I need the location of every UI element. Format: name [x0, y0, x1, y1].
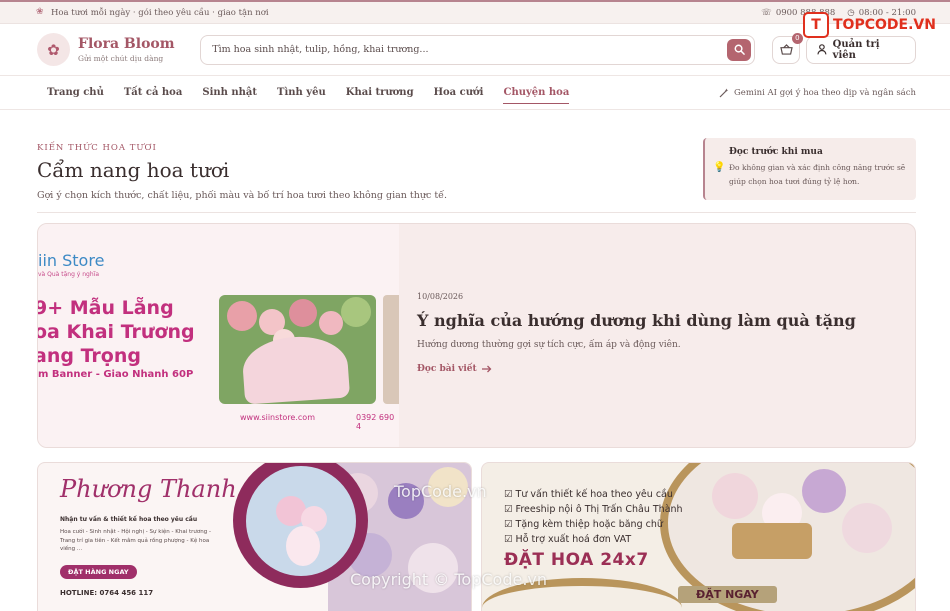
- search-button[interactable]: [727, 38, 752, 61]
- banner-brand-sub: và Quà tặng ý nghĩa: [38, 271, 100, 278]
- card-intro: Nhận tư vấn & thiết kế hoa theo yêu cầu: [60, 516, 198, 523]
- article-title[interactable]: Ý nghĩa của hướng dương khi dùng làm quà…: [417, 311, 887, 330]
- banner-headline-line: ang Trọng: [38, 345, 141, 367]
- brand-name: Flora Bloom: [78, 36, 175, 52]
- nav-item-birthday[interactable]: Sinh nhật: [202, 81, 257, 104]
- lightbulb-icon: 💡: [713, 162, 726, 173]
- page-subtitle: Gợi ý chọn kích thước, chất liệu, phối m…: [37, 190, 447, 201]
- article-description: Hướng dương thường gợi sự tích cực, ấm á…: [417, 340, 681, 350]
- magic-wand-icon: [719, 88, 729, 97]
- phone-icon: ☏: [761, 7, 772, 18]
- admin-button[interactable]: Quản trị viên: [805, 35, 916, 64]
- read-article-label: Đọc bài viết: [417, 364, 477, 374]
- read-article-link[interactable]: Đọc bài viết: [417, 364, 492, 374]
- banner-website: www.siinstore.com: [240, 413, 315, 422]
- main-nav: Trang chủ Tất cả hoa Sinh nhật Tình yêu …: [0, 76, 950, 110]
- banner-headline: 9+ Mẫu Lẵng oa Khai Trương ang Trọng: [38, 296, 195, 368]
- nav-item-flower-stories[interactable]: Chuyện hoa: [503, 81, 569, 104]
- bouquet-photo: [246, 466, 356, 576]
- nav-item-all-flowers[interactable]: Tất cả hoa: [124, 81, 183, 104]
- guide-header: KIẾN THỨC HOA TƯƠI Cẩm nang hoa tươi Gợi…: [37, 143, 657, 201]
- user-icon: [817, 44, 827, 55]
- ai-suggestion-link[interactable]: Gemini AI gợi ý hoa theo dịp và ngân sác…: [719, 88, 916, 98]
- tip-card: 💡 Đọc trước khi mua Đo không gian và xác…: [703, 138, 916, 200]
- nav-item-home[interactable]: Trang chủ: [47, 81, 104, 104]
- feature-item: ☑ Tư vấn thiết kế hoa theo yêu cầu: [504, 489, 673, 500]
- banner-headline-line: oa Khai Trương: [38, 321, 195, 343]
- nav-item-love[interactable]: Tình yêu: [277, 81, 326, 104]
- topcode-logo: T TOPCODE.VN: [803, 12, 936, 38]
- order-now-badge: ĐẶT NGAY: [678, 586, 777, 603]
- topcode-logo-mark: T: [803, 12, 829, 38]
- card-headline: ĐẶT HOA 24x7: [504, 550, 649, 570]
- featured-article-card[interactable]: iin Store và Quà tặng ý nghĩa 9+ Mẫu Lẵn…: [37, 223, 916, 448]
- cart-count-badge: 0: [791, 32, 803, 44]
- card-script-title: Phương Thanh: [60, 475, 237, 503]
- order-now-badge: ĐẶT HÀNG NGAY: [60, 565, 137, 579]
- tagline-text: Hoa tươi mỗi ngày · gói theo yêu cầu · g…: [51, 7, 269, 18]
- banner-phone: 0392 690 4: [356, 413, 395, 431]
- search-icon: [734, 44, 745, 55]
- section-divider: [37, 212, 916, 213]
- flower-icon: ❀: [36, 7, 44, 17]
- search-input[interactable]: [212, 44, 713, 55]
- banner-brand: iin Store: [38, 251, 105, 270]
- topcode-logo-text: TOPCODE.VN: [833, 17, 936, 33]
- bouquet-photo-edge: [383, 295, 399, 404]
- top-bar-tagline: ❀ Hoa tươi mỗi ngày · gói theo yêu cầu ·…: [36, 8, 269, 18]
- card-feature-list: ☑ Tư vấn thiết kế hoa theo yêu cầu ☑ Fre…: [504, 487, 683, 547]
- feature-item: ☑ Hỗ trợ xuất hoá đơn VAT: [504, 534, 632, 545]
- section-eyebrow: KIẾN THỨC HOA TƯƠI: [37, 143, 157, 153]
- brand-slogan: Gửi một chút dịu dàng: [78, 54, 164, 63]
- search-bar: [200, 34, 756, 65]
- feature-item: ☑ Tặng kèm thiệp hoặc băng chữ: [504, 519, 663, 530]
- card-hotline: HOTLINE: 0764 456 117: [60, 589, 154, 597]
- admin-label: Quản trị viên: [832, 38, 880, 61]
- watermark-text: TopCode.vn: [394, 482, 487, 501]
- featured-article-image[interactable]: iin Store và Quà tặng ý nghĩa 9+ Mẫu Lẵn…: [38, 224, 399, 447]
- banner-headline-line: 9+ Mẫu Lẵng: [38, 297, 174, 319]
- brand-logo[interactable]: ✿ Flora Bloom Gửi một chút dịu dàng: [37, 33, 200, 66]
- nav-item-opening[interactable]: Khai trương: [346, 81, 414, 104]
- card-services: Hoa cưới - Sinh nhật - Hội nghị - Sự kiệ…: [60, 529, 211, 552]
- page-title: Cẩm nang hoa tươi: [37, 158, 230, 182]
- tip-title: Đọc trước khi mua: [729, 147, 823, 157]
- lotus-icon: ✿: [37, 33, 70, 66]
- watermark-copyright: Copyright © TopCode.vn: [350, 570, 548, 589]
- ai-hint-text: Gemini AI gợi ý hoa theo dịp và ngân sác…: [734, 87, 916, 98]
- banner-promo: m Banner - Giao Nhanh 60P: [38, 369, 194, 380]
- tip-text: Đo không gian và xác định công năng trướ…: [729, 163, 906, 186]
- feature-item: ☑ Freeship nội ô Thị Trấn Châu Thành: [504, 504, 683, 515]
- bouquet-photo: [219, 295, 376, 404]
- cart-button[interactable]: 0: [772, 32, 803, 64]
- article-date: 10/08/2026: [417, 292, 464, 301]
- arrow-right-icon: [481, 365, 492, 373]
- basket-icon: [779, 44, 793, 55]
- nav-item-wedding[interactable]: Hoa cưới: [434, 81, 484, 104]
